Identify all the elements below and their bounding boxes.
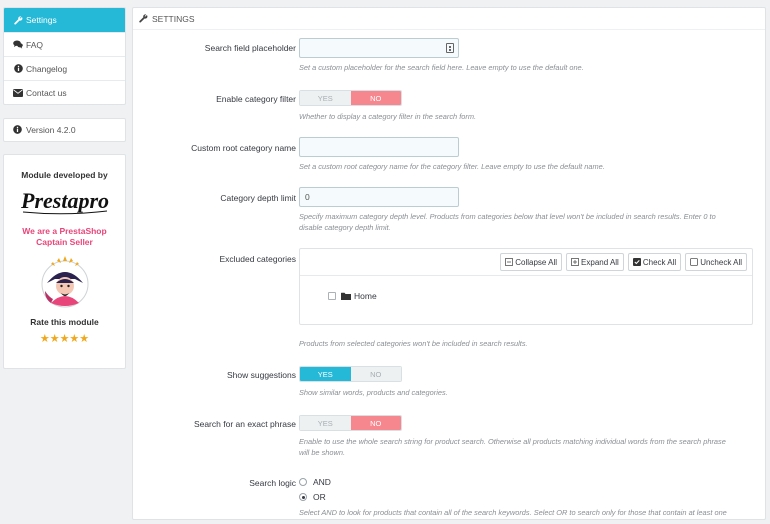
- radio-and[interactable]: [299, 478, 307, 486]
- root-category-field: [299, 137, 459, 157]
- developed-by-label: Module developed by: [21, 170, 108, 180]
- envelope-icon: [13, 88, 23, 98]
- root-category-help: Set a custom root category name for the …: [299, 162, 605, 171]
- checked-box-icon: [632, 258, 641, 266]
- sidebar-item-label: FAQ: [26, 39, 44, 50]
- suggestions-label: Show suggestions: [227, 370, 296, 380]
- search-placeholder-wrap: [299, 38, 459, 58]
- captain-seller-text: We are a PrestaShop Captain Seller: [4, 226, 125, 248]
- home-checkbox[interactable]: [328, 292, 336, 300]
- search-placeholder-field: [299, 38, 459, 58]
- collapse-icon: [505, 258, 514, 266]
- panel-header: Settings: [133, 8, 765, 30]
- captain-line-1: We are a PrestaShop: [22, 226, 107, 236]
- search-logic-or[interactable]: OR: [299, 492, 326, 502]
- suggestions-switch: YES NO: [299, 366, 402, 382]
- category-filter-label: Enable category filter: [216, 94, 296, 104]
- category-tree: Collapse All Expand All Check All Unchec…: [299, 248, 753, 325]
- wrench-icon: [13, 15, 23, 25]
- exact-phrase-yes[interactable]: YES: [300, 416, 351, 430]
- uncheck-all-button[interactable]: Uncheck All: [685, 253, 747, 271]
- rating-stars[interactable]: ★★★★★: [4, 332, 125, 345]
- search-logic-and[interactable]: AND: [299, 477, 331, 487]
- sidebar-item-contact[interactable]: Contact us: [4, 80, 125, 104]
- sidebar: Settings FAQ Changelog Contact us Versio…: [3, 7, 126, 369]
- promo-box: Module developed by Prestapro We are a P…: [3, 154, 126, 369]
- root-category-label: Custom root category name: [191, 143, 296, 153]
- collapse-all-label: Collapse All: [515, 257, 558, 267]
- version-box: Version 4.2.0: [3, 118, 126, 142]
- sidebar-item-label: Contact us: [26, 87, 67, 98]
- field-list-icon: [446, 43, 454, 53]
- category-filter-help: Whether to display a category filter in …: [299, 112, 477, 121]
- category-filter-yes[interactable]: YES: [300, 91, 351, 105]
- category-filter-switch: YES NO: [299, 90, 402, 106]
- home-label[interactable]: Home: [354, 291, 377, 301]
- sidebar-item-label: Changelog: [26, 63, 68, 74]
- captain-badge-icon: [41, 256, 88, 308]
- rate-module-label: Rate this module: [30, 317, 99, 327]
- depth-limit-label: Category depth limit: [220, 193, 296, 203]
- suggestions-field: YES NO: [299, 366, 402, 382]
- root-category-input[interactable]: [299, 137, 459, 157]
- exact-phrase-help-line-2: will be shown.: [299, 448, 346, 457]
- collapse-all-button[interactable]: Collapse All: [500, 253, 563, 271]
- info-icon: [13, 125, 23, 135]
- sidebar-item-faq[interactable]: FAQ: [4, 32, 125, 56]
- depth-limit-input[interactable]: [299, 187, 459, 207]
- depth-limit-help-line-2: disable category depth limit.: [299, 223, 391, 232]
- exact-phrase-switch: YES NO: [299, 415, 402, 431]
- radio-or[interactable]: [299, 493, 307, 501]
- tree-node-home: Home: [328, 291, 377, 301]
- uncheck-all-label: Uncheck All: [700, 257, 742, 267]
- radio-or-label: OR: [313, 492, 326, 502]
- tree-toolbar: Collapse All Expand All Check All Unchec…: [300, 249, 752, 276]
- sidebar-item-settings[interactable]: Settings: [4, 8, 125, 32]
- exact-phrase-help-line-1: Enable to use the whole search string fo…: [299, 437, 726, 446]
- empty-box-icon: [690, 258, 699, 266]
- suggestions-no[interactable]: NO: [350, 367, 401, 381]
- excluded-categories-label: Excluded categories: [219, 254, 296, 264]
- exact-phrase-help: Enable to use the whole search string fo…: [299, 436, 757, 458]
- radio-and-label: AND: [313, 477, 331, 487]
- search-logic-help: Select AND to look for products that con…: [299, 508, 727, 517]
- search-placeholder-input[interactable]: [299, 38, 459, 58]
- sidebar-menu: Settings FAQ Changelog Contact us: [3, 7, 126, 105]
- search-logic-label: Search logic: [249, 478, 296, 488]
- sidebar-item-changelog[interactable]: Changelog: [4, 56, 125, 80]
- search-placeholder-help: Set a custom placeholder for the search …: [299, 63, 584, 72]
- version-label: Version 4.2.0: [26, 125, 76, 135]
- category-filter-field: YES NO: [299, 90, 402, 106]
- expand-icon: [571, 258, 579, 266]
- prestapro-logo[interactable]: Prestapro: [15, 187, 115, 217]
- depth-limit-help-line-1: Specify maximum category depth level. Pr…: [299, 212, 716, 221]
- check-all-button[interactable]: Check All: [627, 253, 682, 271]
- expand-all-button[interactable]: Expand All: [566, 253, 624, 271]
- chat-icon: [13, 40, 23, 50]
- exact-phrase-field: YES NO: [299, 415, 402, 431]
- sidebar-item-label: Settings: [26, 15, 57, 25]
- wrench-icon: [139, 13, 149, 24]
- excluded-categories-help: Products from selected categories won't …: [299, 339, 528, 348]
- check-all-label: Check All: [642, 257, 677, 267]
- info-icon: [13, 64, 23, 74]
- folder-icon: [341, 292, 351, 300]
- search-placeholder-label: Search field placeholder: [204, 43, 296, 53]
- exact-phrase-label: Search for an exact phrase: [193, 419, 296, 429]
- captain-line-2: Captain Seller: [36, 237, 93, 247]
- logo-text: Prestapro: [20, 188, 109, 213]
- depth-limit-field: [299, 187, 459, 207]
- exact-phrase-no[interactable]: NO: [350, 416, 401, 430]
- suggestions-yes[interactable]: YES: [300, 367, 351, 381]
- expand-all-label: Expand All: [581, 257, 619, 267]
- suggestions-help: Show similar words, products and categor…: [299, 388, 448, 397]
- depth-limit-help: Specify maximum category depth level. Pr…: [299, 211, 757, 233]
- category-filter-no[interactable]: NO: [350, 91, 401, 105]
- settings-panel: Settings Search field placeholder Set a …: [132, 7, 766, 520]
- panel-title: Settings: [152, 13, 195, 24]
